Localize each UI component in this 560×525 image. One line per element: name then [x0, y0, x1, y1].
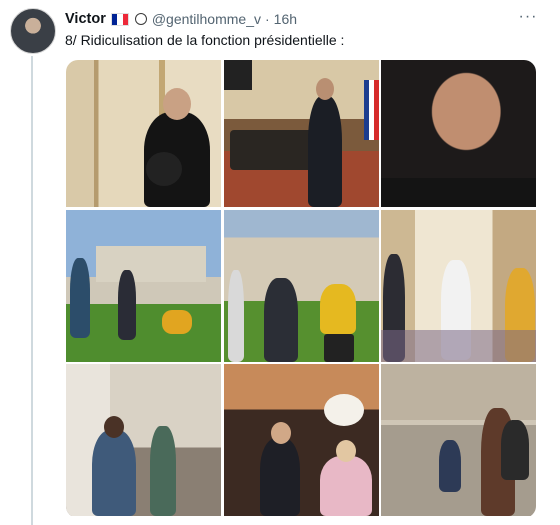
figure — [227, 269, 244, 362]
circle-badge-icon — [134, 13, 147, 25]
figure — [162, 309, 192, 334]
figure — [118, 269, 136, 340]
photo-hall-group[interactable] — [381, 209, 536, 362]
photo-group-sofa[interactable] — [223, 364, 379, 516]
photo-office-desk[interactable] — [223, 60, 379, 207]
figure — [263, 277, 298, 362]
tweet-text: 8/ Ridiculisation de la fonction préside… — [65, 32, 345, 48]
palace — [96, 245, 206, 282]
figure — [323, 333, 354, 362]
photo-dancer-pose[interactable] — [66, 364, 221, 516]
media-grid — [66, 60, 536, 518]
figure — [259, 438, 300, 516]
separator-dot: · — [265, 11, 270, 27]
figure — [319, 283, 356, 334]
photo-salon-hoodie[interactable] — [66, 60, 221, 207]
figure — [307, 96, 342, 207]
figure — [92, 430, 136, 516]
tweet[interactable]: Victor @gentilhomme_v · 16h ··· 8/ Ridic… — [0, 0, 560, 525]
figure-head — [104, 416, 124, 438]
tweet-header: Victor @gentilhomme_v · 16h — [65, 9, 540, 29]
figure — [319, 456, 372, 516]
more-options-icon[interactable]: ··· — [518, 7, 538, 27]
avatar[interactable] — [10, 8, 56, 54]
photo-dancer-courtyard[interactable] — [381, 364, 536, 516]
figure — [501, 420, 529, 480]
flag-stripe — [122, 13, 128, 25]
photo-lawn-group[interactable] — [223, 209, 379, 362]
figure-head — [270, 422, 291, 444]
flag — [363, 80, 379, 140]
author-handle[interactable]: @gentilhomme_v — [152, 11, 261, 27]
carpet — [381, 329, 536, 362]
figure — [150, 426, 176, 516]
helmet — [146, 152, 182, 186]
thread-line — [31, 56, 33, 525]
building — [381, 364, 536, 420]
photo-lawn-dancer[interactable] — [66, 209, 221, 362]
figure — [70, 257, 90, 338]
figure-head — [315, 78, 334, 100]
hood — [381, 178, 536, 207]
flag-icon — [110, 12, 129, 26]
flowers — [323, 394, 364, 426]
figure — [439, 440, 461, 492]
screen — [223, 60, 252, 90]
figure-head — [335, 440, 356, 462]
author-name[interactable]: Victor — [65, 11, 106, 27]
figure-head — [163, 88, 191, 120]
desk — [229, 130, 320, 170]
photo-closeup-face[interactable] — [381, 60, 536, 207]
timestamp[interactable]: 16h — [274, 11, 297, 27]
